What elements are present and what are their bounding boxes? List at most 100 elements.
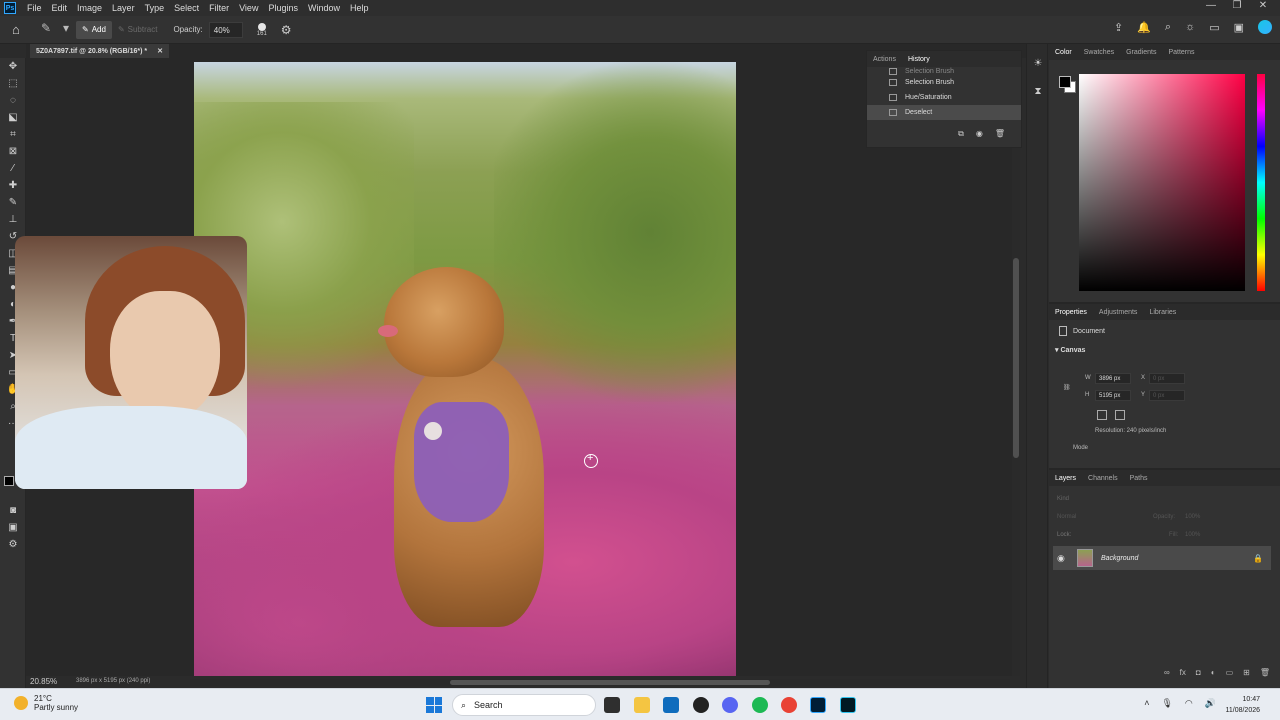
healing-brush-tool-icon[interactable]: ✚ xyxy=(0,177,26,194)
document-size-info[interactable]: 3896 px x 5195 px (240 ppi) xyxy=(76,678,150,684)
layer-name[interactable]: Background xyxy=(1101,555,1138,562)
volume-icon[interactable]: 🔊 xyxy=(1205,698,1216,709)
new-document-from-state-icon[interactable]: ⧉ xyxy=(958,129,964,139)
windows-start-icon[interactable] xyxy=(426,697,442,713)
marquee-tool-icon[interactable]: ⬚ xyxy=(0,75,26,92)
chrome-icon[interactable] xyxy=(781,697,797,713)
panel-foreground-swatch[interactable] xyxy=(1059,76,1071,88)
selection-brush-tool-icon[interactable]: ✎ xyxy=(36,21,56,39)
add-mask-icon[interactable]: ◘ xyxy=(1196,668,1201,677)
lightbulb-icon[interactable]: ☼ xyxy=(1185,21,1195,33)
maximize-icon[interactable]: ❐ xyxy=(1224,0,1250,11)
layer-opacity-value[interactable]: 100% xyxy=(1185,514,1200,520)
taskbar-clock[interactable]: 10:47 11/08/2026 xyxy=(1225,694,1260,716)
outlook-icon[interactable] xyxy=(663,697,679,713)
frame-tool-icon[interactable]: ⊠ xyxy=(0,143,26,160)
tab-paths[interactable]: Paths xyxy=(1124,475,1154,482)
edit-toolbar-icon[interactable]: ⚙ xyxy=(0,536,26,553)
link-icon[interactable]: ⛓ xyxy=(1063,384,1071,391)
tab-swatches[interactable]: Swatches xyxy=(1078,49,1120,56)
horizontal-scrollbar[interactable] xyxy=(190,679,1010,686)
delete-layer-icon[interactable]: 🗑 xyxy=(1260,668,1270,677)
gear-icon[interactable]: ⚙ xyxy=(281,23,292,37)
tab-properties[interactable]: Properties xyxy=(1049,309,1093,316)
tab-adjustments[interactable]: Adjustments xyxy=(1093,309,1144,316)
wifi-icon[interactable]: ◠ xyxy=(1185,698,1193,709)
menu-plugins[interactable]: Plugins xyxy=(263,3,303,13)
landscape-orientation-icon[interactable] xyxy=(1115,410,1125,420)
brush-size-picker[interactable]: 161 xyxy=(257,22,267,37)
spotify-icon[interactable] xyxy=(752,697,768,713)
history-item[interactable]: Selection Brush xyxy=(867,67,1021,75)
lasso-tool-icon[interactable]: ◌ xyxy=(0,92,26,109)
close-icon[interactable]: ✕ xyxy=(1250,0,1276,11)
vertical-scroll-thumb[interactable] xyxy=(1013,258,1019,458)
menu-window[interactable]: Window xyxy=(303,3,345,13)
crop-tool-icon[interactable]: ⌗ xyxy=(0,126,26,143)
move-tool-icon[interactable]: ✥ xyxy=(0,58,26,75)
menu-edit[interactable]: Edit xyxy=(47,3,73,13)
taskbar-search[interactable]: ⌕ Search xyxy=(452,694,596,716)
visibility-eye-icon[interactable]: ◉ xyxy=(1057,553,1071,564)
adjustment-layer-icon[interactable]: ◐ xyxy=(1211,668,1216,677)
search-icon[interactable]: ⌕ xyxy=(1165,21,1171,34)
menu-image[interactable]: Image xyxy=(72,3,107,13)
chevron-up-icon[interactable]: ˄ xyxy=(1144,698,1149,709)
canvas-section-header[interactable]: ▾ Canvas xyxy=(1049,342,1280,358)
tab-gradients[interactable]: Gradients xyxy=(1120,49,1162,56)
quick-mask-icon[interactable]: ◙ xyxy=(0,502,26,519)
menu-view[interactable]: View xyxy=(234,3,263,13)
zoom-level[interactable]: 20.85% xyxy=(30,677,57,686)
y-input[interactable]: 0 px xyxy=(1149,390,1185,401)
tab-layers[interactable]: Layers xyxy=(1049,475,1082,482)
lightroom-taskbar-icon[interactable] xyxy=(840,697,856,713)
file-explorer-icon[interactable] xyxy=(634,697,650,713)
history-item[interactable]: Hue/Saturation xyxy=(867,90,1021,105)
x-input[interactable]: 0 px xyxy=(1149,373,1185,384)
menu-type[interactable]: Type xyxy=(140,3,170,13)
tab-channels[interactable]: Channels xyxy=(1082,475,1124,482)
link-layers-icon[interactable]: ∞ xyxy=(1164,668,1170,677)
foreground-color-swatch[interactable] xyxy=(4,476,14,486)
fill-value[interactable]: 100% xyxy=(1185,532,1200,538)
portrait-orientation-icon[interactable] xyxy=(1097,410,1107,420)
photoshop-taskbar-icon[interactable] xyxy=(810,697,826,713)
brush-tool-icon[interactable]: ✎ xyxy=(0,194,26,211)
obs-icon[interactable] xyxy=(693,697,709,713)
width-input[interactable]: 3896 px xyxy=(1095,373,1131,384)
task-view-icon[interactable] xyxy=(604,697,620,713)
menu-layer[interactable]: Layer xyxy=(107,3,140,13)
arrange-icon[interactable]: ▣ xyxy=(1234,21,1244,34)
tab-patterns[interactable]: Patterns xyxy=(1162,49,1200,56)
creative-cloud-icon[interactable] xyxy=(1258,20,1272,34)
blend-mode-select[interactable]: Normal xyxy=(1057,514,1076,520)
workspace-icon[interactable]: ▭ xyxy=(1209,21,1219,34)
eyedropper-tool-icon[interactable]: ⁄ xyxy=(0,160,26,177)
tab-libraries[interactable]: Libraries xyxy=(1143,309,1182,316)
chevron-down-icon[interactable]: ▾ xyxy=(56,21,76,39)
horizontal-scroll-thumb[interactable] xyxy=(450,680,770,685)
history-item-selected[interactable]: Deselect xyxy=(867,105,1021,120)
new-group-icon[interactable]: ▭ xyxy=(1226,668,1234,677)
vertical-scrollbar[interactable] xyxy=(1012,58,1020,676)
layer-filter-kind[interactable]: Kind xyxy=(1057,496,1069,502)
lock-icon[interactable]: 🔒 xyxy=(1253,554,1263,563)
opacity-input[interactable]: 40% xyxy=(208,21,243,38)
object-selection-tool-icon[interactable]: ⬕ xyxy=(0,109,26,126)
clone-stamp-tool-icon[interactable]: ⊥ xyxy=(0,211,26,228)
history-item[interactable]: Selection Brush xyxy=(867,75,1021,90)
minimize-icon[interactable]: — xyxy=(1198,0,1224,11)
document-image[interactable] xyxy=(194,62,736,676)
learn-icon[interactable]: ☀ xyxy=(1027,54,1049,72)
trash-icon[interactable]: 🗑 xyxy=(995,129,1005,139)
snapshot-camera-icon[interactable]: ◉ xyxy=(976,129,983,139)
layer-style-icon[interactable]: fx xyxy=(1180,668,1186,677)
menu-help[interactable]: Help xyxy=(345,3,374,13)
menu-file[interactable]: File xyxy=(22,3,47,13)
menu-select[interactable]: Select xyxy=(169,3,204,13)
weather-widget[interactable]: 21°C Partly sunny xyxy=(14,694,78,712)
share-icon[interactable]: ⇪ xyxy=(1114,21,1123,34)
discord-icon[interactable] xyxy=(722,697,738,713)
hue-slider[interactable] xyxy=(1257,74,1265,291)
layer-row-background[interactable]: ◉ Background 🔒 xyxy=(1053,546,1271,570)
